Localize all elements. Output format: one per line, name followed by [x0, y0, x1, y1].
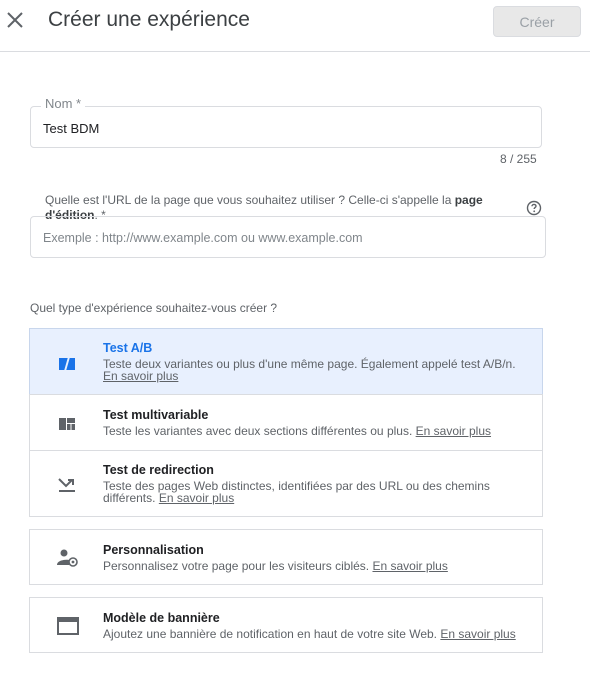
option-description: Personnalisez votre page pour les visite…	[103, 559, 448, 573]
option-personalization[interactable]: Personnalisation Personnalisez votre pag…	[29, 529, 543, 585]
url-field-placeholder: Exemple : http://www.example.com ou www.…	[43, 231, 363, 245]
option-multivariate[interactable]: Test multivariable Teste les variantes a…	[29, 394, 543, 451]
dialog-header: Créer une expérience Créer	[0, 0, 590, 52]
learn-more-link[interactable]: En savoir plus	[372, 559, 447, 573]
option-title: Test multivariable	[103, 408, 209, 422]
option-title: Personnalisation	[103, 543, 204, 557]
banner-icon	[57, 616, 79, 636]
option-title: Modèle de bannière	[103, 611, 220, 625]
option-description: Teste deux variantes ou plus d'une même …	[103, 357, 516, 383]
option-description: Ajoutez une bannière de notification en …	[103, 627, 516, 641]
option-redirect[interactable]: Test de redirection Teste des pages Web …	[29, 450, 543, 517]
name-field[interactable]	[30, 106, 542, 148]
personalization-icon	[57, 548, 78, 568]
learn-more-link[interactable]: En savoir plus	[159, 491, 234, 505]
ab-test-icon	[57, 354, 77, 374]
redirect-icon	[57, 475, 77, 495]
close-button[interactable]	[4, 9, 26, 31]
dialog-title: Créer une expérience	[48, 8, 250, 31]
option-ab-test[interactable]: Test A/B Teste deux variantes ou plus d'…	[29, 328, 543, 395]
learn-more-link[interactable]: En savoir plus	[440, 627, 515, 641]
name-field-label: Nom *	[41, 96, 86, 111]
option-description: Teste les variantes avec deux sections d…	[103, 424, 492, 438]
help-icon[interactable]	[526, 200, 542, 216]
experience-type-question: Quel type d'expérience souhaitez-vous cr…	[30, 301, 278, 315]
option-title: Test de redirection	[103, 463, 214, 477]
name-field-value[interactable]: Test BDM	[43, 121, 99, 136]
option-title: Test A/B	[103, 341, 153, 355]
close-icon	[7, 12, 23, 28]
multivariate-icon	[57, 414, 77, 434]
create-button[interactable]: Créer	[493, 6, 581, 37]
option-description: Teste des pages Web distinctes, identifi…	[103, 479, 490, 505]
option-banner[interactable]: Modèle de bannière Ajoutez une bannière …	[29, 597, 543, 653]
learn-more-link[interactable]: En savoir plus	[103, 369, 178, 383]
name-char-counter: 8 / 255	[500, 152, 537, 166]
learn-more-link[interactable]: En savoir plus	[416, 424, 491, 438]
